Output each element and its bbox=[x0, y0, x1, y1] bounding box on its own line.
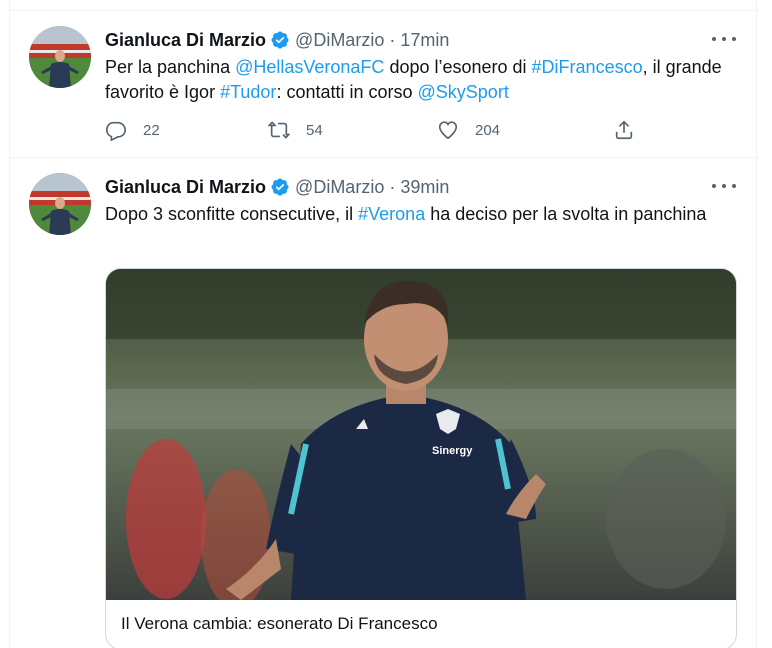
tweet-text: Dopo 3 sconfitte consecutive, il #Verona… bbox=[105, 202, 725, 227]
more-options-icon[interactable] bbox=[712, 176, 736, 196]
retweet-count: 54 bbox=[306, 121, 323, 139]
text-part: Dopo 3 sconfitte consecutive, il bbox=[105, 204, 359, 224]
verified-badge-icon bbox=[270, 177, 290, 197]
reply-count: 22 bbox=[143, 121, 160, 139]
author-name[interactable]: Gianluca Di Marzio bbox=[105, 174, 266, 200]
reply-button[interactable]: 22 bbox=[105, 119, 160, 141]
tweet[interactable]: Gianluca Di Marzio @DiMarzio · 39min Dop… bbox=[10, 158, 758, 648]
hashtag-link[interactable]: #DiFrancesco bbox=[532, 57, 643, 77]
author-handle[interactable]: @DiMarzio bbox=[295, 27, 384, 53]
reply-icon bbox=[106, 121, 126, 141]
retweet-icon bbox=[268, 121, 290, 139]
mention-link[interactable]: @HellasVeronaFC bbox=[235, 57, 384, 77]
retweet-button[interactable]: 54 bbox=[268, 119, 323, 141]
more-options-icon[interactable] bbox=[712, 29, 736, 49]
tweet-actions: 22 54 204 bbox=[105, 119, 645, 145]
text-part: : contatti in corso bbox=[276, 82, 418, 102]
link-card[interactable]: Sinergy Il Verona cambia: esonerato Di F… bbox=[105, 268, 737, 648]
heart-icon bbox=[438, 121, 458, 140]
like-count: 204 bbox=[475, 121, 501, 139]
timeline: Gianluca Di Marzio @DiMarzio · 17min Per… bbox=[9, 0, 758, 648]
like-button[interactable]: 204 bbox=[437, 119, 500, 141]
share-icon bbox=[615, 120, 633, 140]
tweet[interactable]: Gianluca Di Marzio @DiMarzio · 17min Per… bbox=[10, 10, 758, 158]
tweet-header: Gianluca Di Marzio @DiMarzio · 17min bbox=[105, 27, 449, 53]
tweet-header: Gianluca Di Marzio @DiMarzio · 39min bbox=[105, 174, 449, 200]
author-name[interactable]: Gianluca Di Marzio bbox=[105, 27, 266, 53]
avatar[interactable] bbox=[29, 26, 91, 88]
tweet-time[interactable]: 17min bbox=[400, 27, 449, 53]
hashtag-link[interactable]: #Tudor bbox=[220, 82, 276, 102]
card-image[interactable]: Sinergy bbox=[106, 269, 736, 600]
tweet-time[interactable]: 39min bbox=[400, 174, 449, 200]
card-title[interactable]: Il Verona cambia: esonerato Di Francesco bbox=[121, 614, 438, 634]
mention-link[interactable]: @SkySport bbox=[418, 82, 509, 102]
jersey-sponsor-text: Sinergy bbox=[432, 445, 473, 457]
text-part: dopo l’esonero di bbox=[384, 57, 532, 77]
avatar[interactable] bbox=[29, 173, 91, 235]
separator-dot: · bbox=[389, 177, 396, 197]
text-part: ha deciso per la svolta in panchina bbox=[425, 204, 707, 224]
verified-badge-icon bbox=[270, 30, 290, 50]
author-handle[interactable]: @DiMarzio bbox=[295, 174, 384, 200]
text-part: Per la panchina bbox=[105, 57, 236, 77]
coach-photo-icon: Sinergy bbox=[106, 269, 736, 600]
separator-dot: · bbox=[389, 30, 396, 50]
share-button[interactable] bbox=[613, 119, 651, 141]
hashtag-link[interactable]: #Verona bbox=[358, 204, 425, 224]
tweet-text: Per la panchina @HellasVeronaFC dopo l’e… bbox=[105, 55, 725, 105]
